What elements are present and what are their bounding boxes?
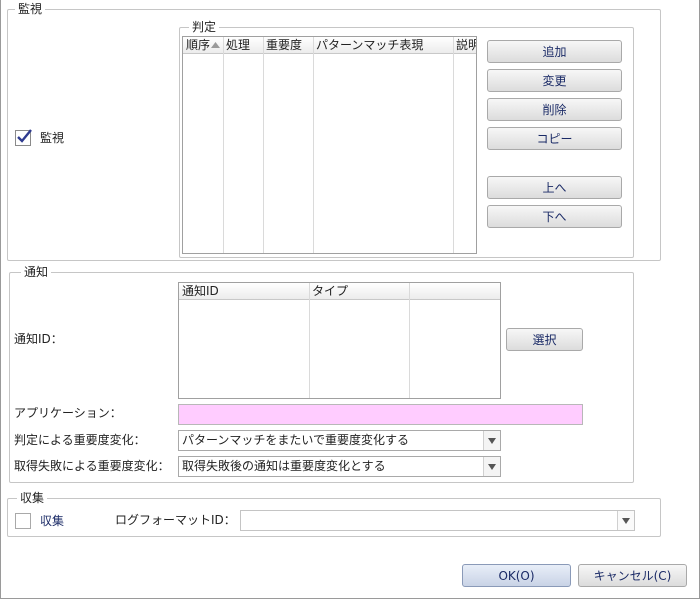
column-header-type[interactable]: タイプ — [309, 283, 409, 300]
move-up-button[interactable]: 上へ — [487, 176, 622, 199]
notify-table[interactable]: 通知ID タイプ — [178, 282, 501, 399]
severity-change-label: 判定による重要度変化： — [14, 433, 146, 447]
collect-checkbox[interactable] — [15, 513, 31, 529]
column-divider — [313, 37, 314, 253]
checkmark-icon — [17, 129, 32, 143]
ok-button[interactable]: OK(O) — [462, 564, 571, 587]
judgement-table[interactable]: 順序 処理 重要度 パターンマッチ表現 説明 — [182, 36, 477, 254]
failure-severity-select[interactable]: 取得失敗後の通知は重要度変化とする — [178, 456, 501, 477]
cancel-button[interactable]: キャンセル(C) — [578, 564, 687, 587]
monitor-group-legend: 監視 — [15, 2, 46, 16]
application-label: アプリケーション： — [14, 406, 122, 420]
severity-change-value: パターンマッチをまたいで重要度変化する — [182, 433, 410, 447]
column-header-pattern[interactable]: パターンマッチ表現 — [313, 37, 453, 54]
application-input[interactable] — [178, 404, 583, 425]
chevron-down-icon[interactable] — [617, 511, 634, 530]
failure-severity-value: 取得失敗後の通知は重要度変化とする — [182, 459, 386, 473]
delete-button[interactable]: 削除 — [487, 98, 622, 121]
log-format-select[interactable] — [240, 510, 635, 531]
judgement-group-legend: 判定 — [189, 20, 220, 34]
severity-change-select[interactable]: パターンマッチをまたいで重要度変化する — [178, 430, 501, 451]
column-header-empty — [409, 283, 500, 300]
column-header-order[interactable]: 順序 — [183, 37, 223, 54]
monitor-checkbox[interactable] — [15, 129, 32, 146]
column-header-notify-id[interactable]: 通知ID — [179, 283, 309, 300]
chevron-down-icon[interactable] — [483, 457, 500, 476]
column-header-action[interactable]: 処理 — [223, 37, 263, 54]
column-divider — [263, 37, 264, 253]
column-divider — [453, 37, 454, 253]
column-divider — [223, 37, 224, 253]
select-notify-button[interactable]: 選択 — [506, 328, 583, 351]
chevron-down-icon[interactable] — [483, 431, 500, 450]
failure-severity-label: 取得失敗による重要度変化： — [14, 459, 170, 473]
log-format-label: ログフォーマットID： — [115, 513, 236, 527]
sort-ascending-icon — [211, 42, 220, 48]
column-divider — [309, 283, 310, 398]
column-header-description[interactable]: 説明 — [453, 37, 476, 54]
column-divider — [409, 283, 410, 398]
notify-id-label: 通知ID： — [14, 332, 63, 346]
judgement-table-header: 順序 処理 重要度 パターンマッチ表現 説明 — [183, 37, 476, 54]
add-button[interactable]: 追加 — [487, 40, 622, 63]
collect-group-legend: 収集 — [17, 491, 48, 505]
collect-checkbox-label[interactable]: 収集 — [40, 513, 64, 529]
monitor-checkbox-label[interactable]: 監視 — [40, 130, 64, 146]
move-down-button[interactable]: 下へ — [487, 205, 622, 228]
notify-group-legend: 通知 — [21, 265, 52, 279]
notify-table-header: 通知ID タイプ — [179, 283, 500, 300]
column-header-priority[interactable]: 重要度 — [263, 37, 313, 54]
edit-button[interactable]: 変更 — [487, 69, 622, 92]
copy-button[interactable]: コピー — [487, 127, 622, 150]
